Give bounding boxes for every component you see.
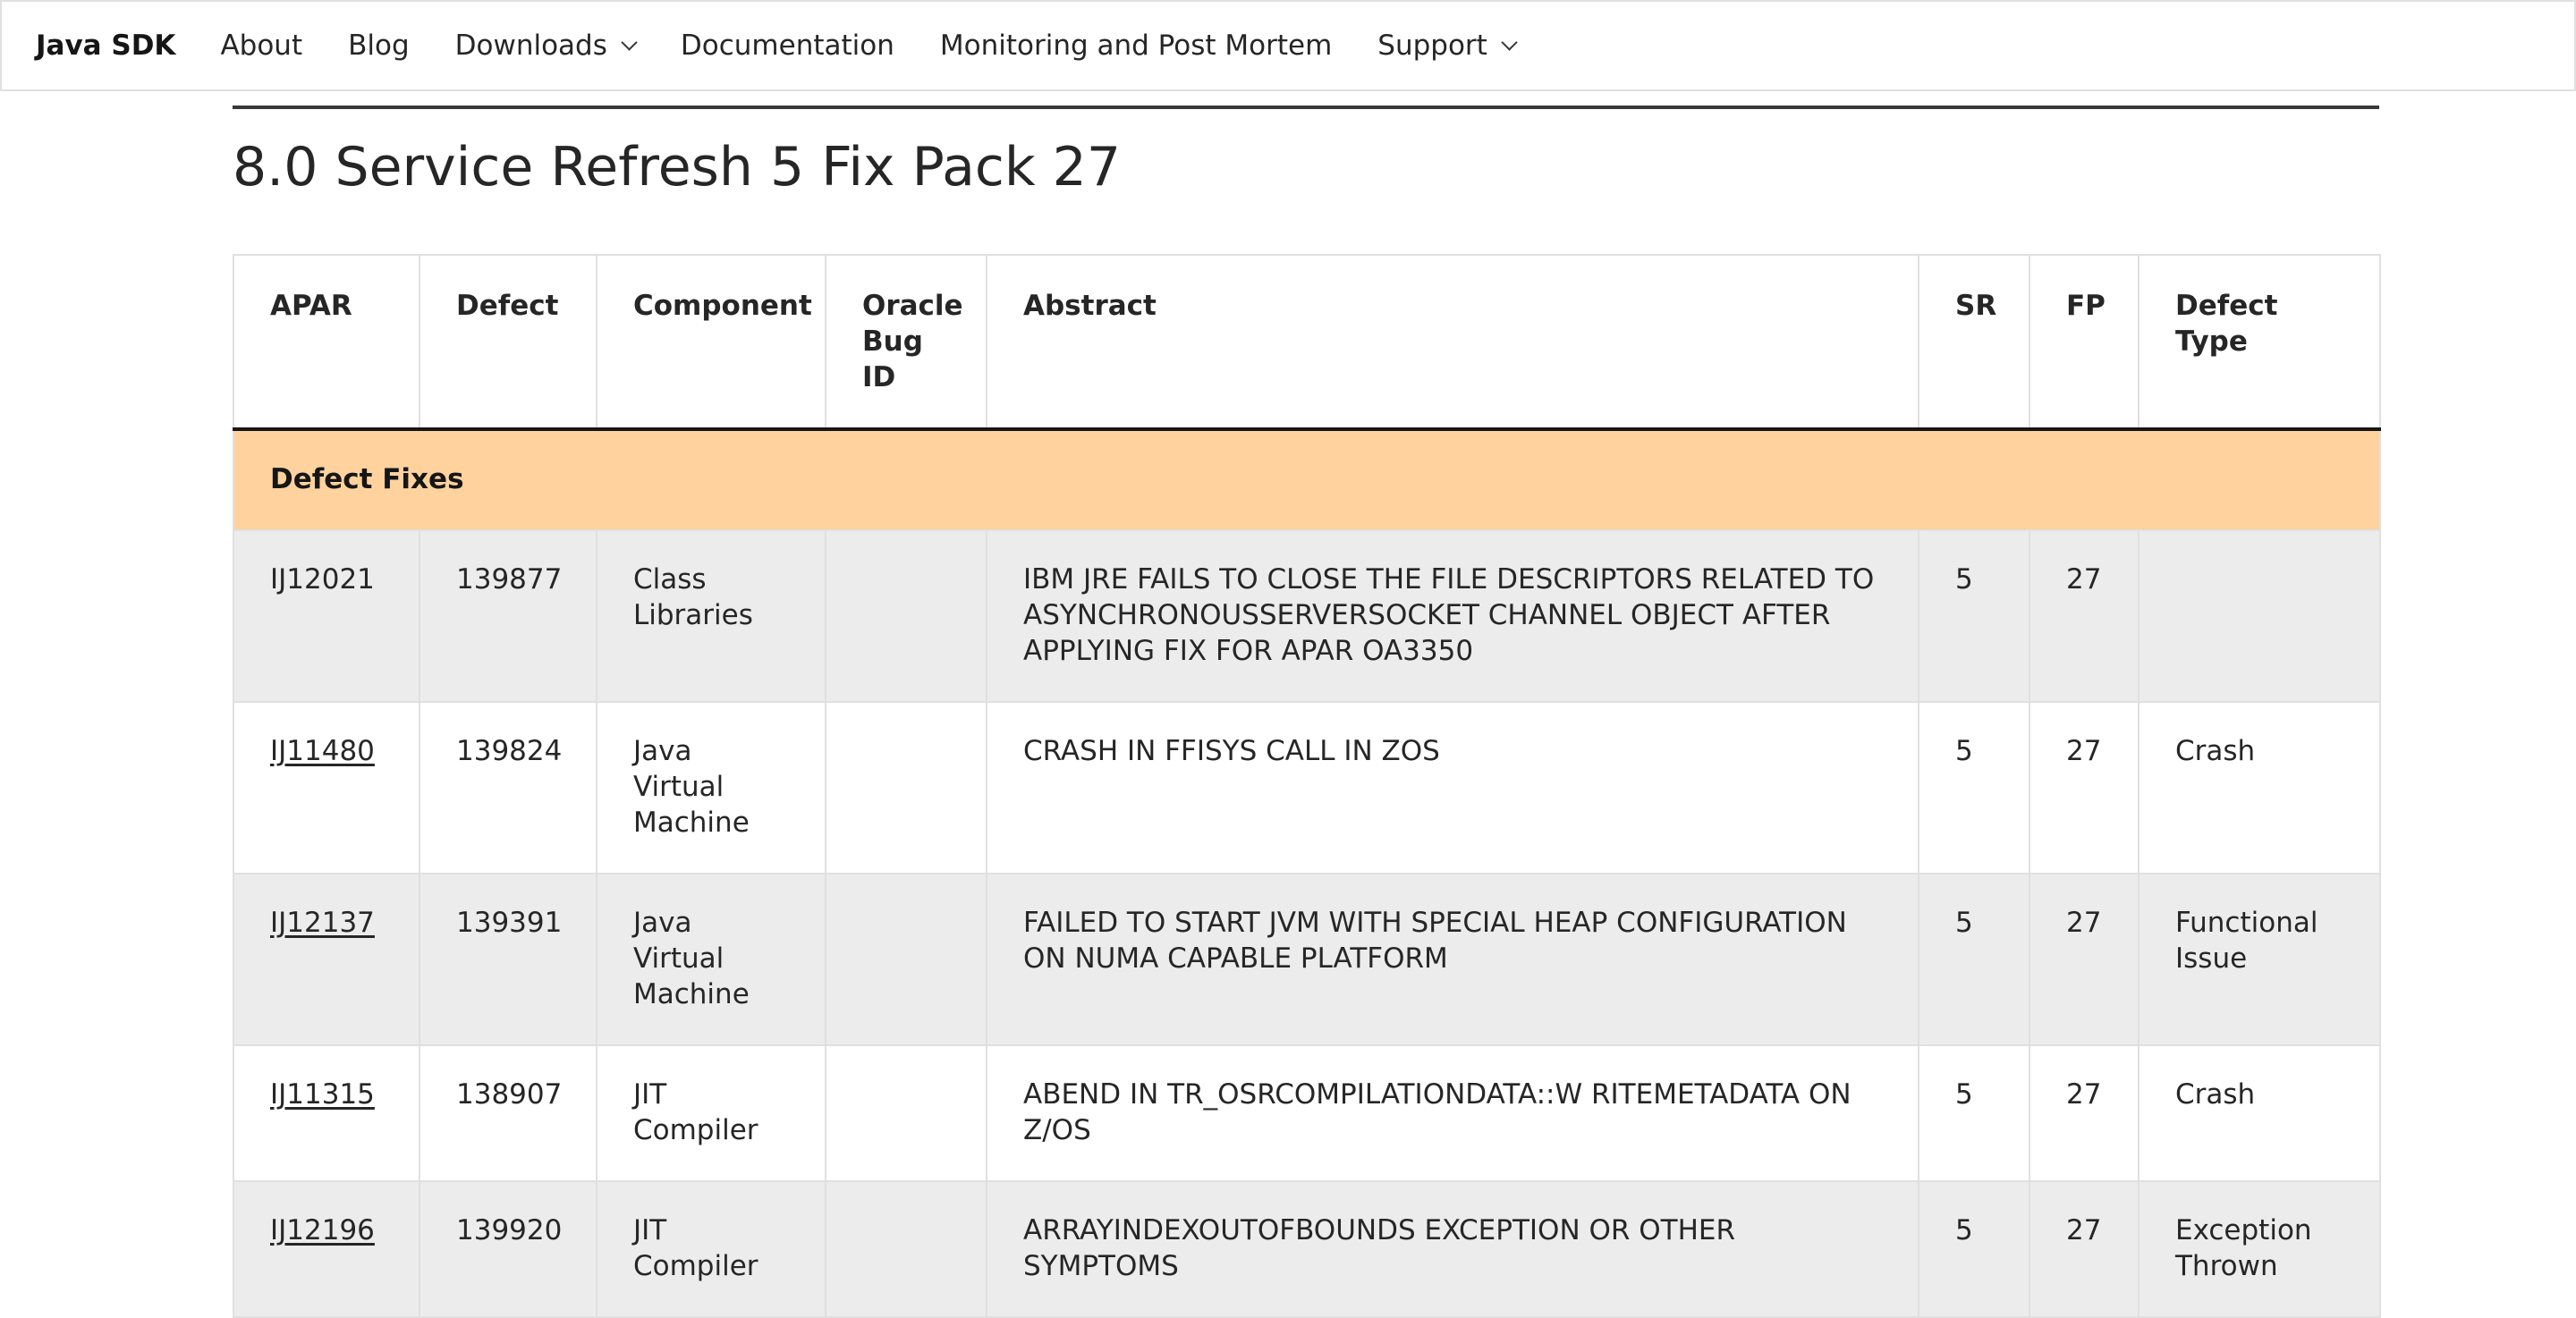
cell-defect-type: Functional Issue [2138, 873, 2381, 1046]
apar-link[interactable]: IJ11315 [270, 1078, 375, 1111]
cell-fp: 27 [2029, 1180, 2140, 1318]
cell-defect-type: Exception Thrown [2138, 1180, 2381, 1318]
cell-apar: IJ11315 [233, 1044, 420, 1182]
cell-defect: 139877 [419, 529, 597, 703]
page-title: 8.0 Service Refresh 5 Fix Pack 27 [233, 136, 1122, 199]
apar-link[interactable]: IJ12137 [270, 907, 375, 939]
cell-fp: 27 [2029, 701, 2140, 874]
cell-sr: 5 [1918, 1180, 2030, 1318]
nav-about-label: About [220, 30, 303, 62]
header-oracle-bug-id: Oracle Bug ID [825, 254, 987, 431]
header-fp: FP [2029, 254, 2140, 431]
table-row: IJ11480 139824 Java Virtual Machine CRAS… [233, 701, 2381, 874]
cell-oracle-bug-id [825, 701, 987, 874]
nav-blog-label: Blog [348, 30, 410, 62]
cell-fp: 27 [2029, 529, 2140, 703]
nav-downloads[interactable]: Downloads [454, 30, 638, 62]
cell-apar: IJ12196 [233, 1180, 420, 1318]
table-header-row: APAR Defect Component Oracle Bug ID Abst… [233, 254, 2381, 431]
cell-sr: 5 [1918, 701, 2030, 874]
cell-abstract: ARRAYINDEXOUTOFBOUNDS EXCEPTION OR OTHER… [986, 1180, 1919, 1318]
chevron-down-icon [621, 33, 638, 51]
cell-fp: 27 [2029, 1044, 2140, 1182]
cell-component: JIT Compiler [596, 1044, 826, 1182]
table-row: IJ12021 139877 Class Libraries IBM JRE F… [233, 529, 2381, 703]
cell-defect: 139391 [419, 873, 597, 1046]
nav-documentation-label: Documentation [680, 30, 894, 62]
chevron-down-icon [1501, 33, 1518, 51]
cell-component: Java Virtual Machine [596, 701, 826, 874]
cell-defect-type: Crash [2138, 1044, 2381, 1182]
cell-abstract: CRASH IN FFISYS CALL IN ZOS [986, 701, 1919, 874]
cell-oracle-bug-id [825, 1180, 987, 1318]
cell-defect-type [2138, 529, 2381, 703]
apar-link[interactable]: IJ11480 [270, 735, 375, 767]
cell-abstract: ABEND IN TR_OSRCOMPILATIONDATA::W RITEME… [986, 1044, 1919, 1182]
cell-defect: 139824 [419, 701, 597, 874]
cell-defect: 138907 [419, 1044, 597, 1182]
nav-about[interactable]: About [220, 30, 302, 62]
header-defect-type: Defect Type [2138, 254, 2381, 431]
cell-component: JIT Compiler [596, 1180, 826, 1318]
cell-sr: 5 [1918, 873, 2030, 1046]
cell-component: Java Virtual Machine [596, 873, 826, 1046]
header-sr: SR [1918, 254, 2030, 431]
cell-defect: 139920 [419, 1180, 597, 1318]
nav-support[interactable]: Support [1377, 30, 1518, 62]
fix-pack-table: APAR Defect Component Oracle Bug ID Abst… [233, 254, 2381, 1318]
cell-oracle-bug-id [825, 1044, 987, 1182]
top-navigation: Java SDK About Blog Downloads Documentat… [0, 0, 2576, 91]
cell-sr: 5 [1918, 529, 2030, 703]
nav-downloads-label: Downloads [454, 30, 607, 62]
table-row: IJ12137 139391 Java Virtual Machine FAIL… [233, 873, 2381, 1046]
header-apar: APAR [233, 254, 420, 431]
brand-link[interactable]: Java SDK [36, 30, 175, 62]
cell-sr: 5 [1918, 1044, 2030, 1182]
cell-apar: IJ11480 [233, 701, 420, 874]
header-defect: Defect [419, 254, 597, 431]
cell-apar: IJ12021 [233, 529, 420, 703]
section-divider [233, 106, 2379, 109]
nav-support-label: Support [1377, 30, 1487, 62]
header-abstract: Abstract [986, 254, 1919, 431]
nav-monitoring[interactable]: Monitoring and Post Mortem [940, 30, 1332, 62]
cell-abstract: FAILED TO START JVM WITH SPECIAL HEAP CO… [986, 873, 1919, 1046]
nav-monitoring-label: Monitoring and Post Mortem [939, 30, 1333, 62]
group-label: Defect Fixes [233, 428, 2381, 531]
cell-oracle-bug-id [825, 529, 987, 703]
apar-link[interactable]: IJ12196 [270, 1214, 375, 1246]
table-row: IJ11315 138907 JIT Compiler ABEND IN TR_… [233, 1044, 2381, 1182]
nav-documentation[interactable]: Documentation [681, 30, 894, 62]
cell-abstract: IBM JRE FAILS TO CLOSE THE FILE DESCRIPT… [986, 529, 1919, 703]
header-component: Component [596, 254, 826, 431]
cell-component: Class Libraries [596, 529, 826, 703]
group-row-defect-fixes: Defect Fixes [233, 428, 2381, 531]
table-row: IJ12196 139920 JIT Compiler ARRAYINDEXOU… [233, 1180, 2381, 1318]
cell-defect-type: Crash [2138, 701, 2381, 874]
nav-blog[interactable]: Blog [348, 30, 410, 62]
cell-oracle-bug-id [825, 873, 987, 1046]
cell-fp: 27 [2029, 873, 2140, 1046]
cell-apar: IJ12137 [233, 873, 420, 1046]
